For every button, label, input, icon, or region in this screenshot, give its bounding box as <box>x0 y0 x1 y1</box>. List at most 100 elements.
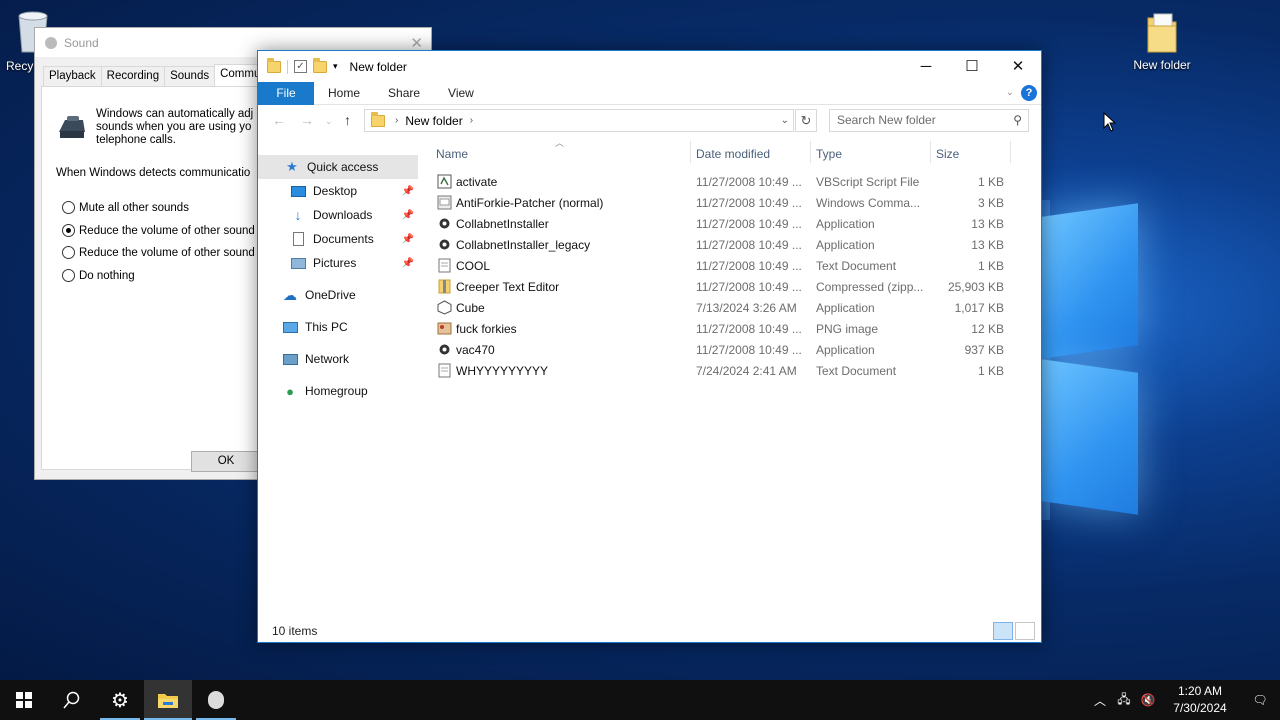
ok-button[interactable]: OK <box>191 451 261 472</box>
nav-network[interactable]: Network <box>258 347 418 371</box>
address-bar[interactable]: › New folder › ⌄ <box>364 109 794 132</box>
table-row[interactable]: fuck forkies 11/27/2008 10:49 ... PNG imag… <box>431 318 1011 339</box>
table-row[interactable]: AntiForkie-Patcher (normal) 11/27/2008 10… <box>431 192 1011 213</box>
file-list: activate 11/27/2008 10:49 ... VBScript Scr… <box>431 171 1011 381</box>
file-type: Text Document <box>816 364 897 378</box>
address-dropdown-icon[interactable]: ⌄ <box>781 115 789 126</box>
tab-recording[interactable]: Recording <box>100 66 166 86</box>
file-type: PNG image <box>816 322 879 336</box>
pictures-icon <box>290 256 306 270</box>
details-view-button[interactable] <box>993 622 1013 640</box>
column-size[interactable]: Size <box>936 147 959 161</box>
help-icon[interactable]: ? <box>1021 85 1037 101</box>
table-row[interactable]: CollabnetInstaller_legacy 11/27/2008 10:4… <box>431 234 1011 255</box>
image-icon <box>437 321 452 336</box>
pin-icon[interactable]: 📌 <box>402 186 414 197</box>
tab-view[interactable]: View <box>434 82 488 105</box>
notifications-icon[interactable]: 🗨 <box>1240 693 1280 707</box>
desktop-folder[interactable]: New folder <box>1122 10 1202 72</box>
radio-reduce-50[interactable]: Reduce the volume of other sound <box>62 246 255 259</box>
forward-arrow-icon[interactable]: → <box>300 112 314 128</box>
table-row[interactable]: vac470 11/27/2008 10:49 ... Application 937… <box>431 339 1011 360</box>
tab-home[interactable]: Home <box>314 82 374 105</box>
nav-downloads[interactable]: ↓ Downloads 📌 <box>258 203 418 227</box>
radio-mute[interactable]: Mute all other sounds <box>62 201 189 214</box>
nav-documents[interactable]: Documents 📌 <box>258 227 418 251</box>
radio-reduce-80[interactable]: Reduce the volume of other sound <box>62 224 255 237</box>
minimize-button[interactable]: ─ <box>903 51 949 81</box>
tab-file[interactable]: File <box>258 81 314 105</box>
large-icons-view-button[interactable] <box>1015 622 1035 640</box>
documents-icon <box>290 232 306 246</box>
file-explorer-button[interactable] <box>144 680 192 720</box>
table-row[interactable]: activate 11/27/2008 10:49 ... VBScript Scr… <box>431 171 1011 192</box>
settings-button[interactable]: ⚙ <box>96 680 144 720</box>
tab-playback[interactable]: Playback <box>43 66 102 86</box>
table-row[interactable]: COOL 11/27/2008 10:49 ... Text Document 1 K… <box>431 255 1011 276</box>
window-title: New folder <box>349 59 407 74</box>
detect-label: When Windows detects communicatio <box>56 167 251 179</box>
nav-quick-access[interactable]: ★ Quick access <box>258 155 418 179</box>
radio-do-nothing[interactable]: Do nothing <box>62 269 135 282</box>
nav-homegroup[interactable]: ● Homegroup <box>258 379 418 403</box>
sound-app-button[interactable] <box>192 680 240 720</box>
speaker-icon <box>208 691 224 709</box>
refresh-icon[interactable]: ↻ <box>795 109 817 132</box>
column-date-modified[interactable]: Date modified <box>696 147 770 161</box>
radio-button[interactable] <box>62 269 75 282</box>
pin-icon[interactable]: 📌 <box>402 234 414 245</box>
cloud-icon: ☁ <box>283 286 297 303</box>
file-type: Windows Comma... <box>816 196 921 210</box>
search-input[interactable]: Search New folder ⚲ <box>829 109 1029 132</box>
file-size: 1 KB <box>977 175 1004 189</box>
start-button[interactable] <box>0 680 48 720</box>
nav-desktop[interactable]: Desktop 📌 <box>258 179 418 203</box>
nav-onedrive[interactable]: ☁ OneDrive <box>258 283 418 307</box>
chevron-up-icon[interactable]: ︿ <box>1088 692 1112 709</box>
file-type: Application <box>816 238 875 252</box>
table-row[interactable]: CollabnetInstaller 11/27/2008 10:49 ... Ap… <box>431 213 1011 234</box>
script-icon <box>437 174 452 189</box>
tab-sounds[interactable]: Sounds <box>164 66 216 86</box>
explorer-titlebar[interactable]: ✓ ▾ New folder ─ ☐ ✕ <box>258 51 1041 82</box>
table-row[interactable]: Creeper Text Editor 11/27/2008 10:49 ... C… <box>431 276 1011 297</box>
pin-icon[interactable]: 📌 <box>402 258 414 269</box>
file-size: 13 KB <box>971 238 1004 252</box>
radio-button[interactable] <box>62 246 75 259</box>
volume-muted-icon[interactable]: 🔇 <box>1136 693 1160 707</box>
up-arrow-icon[interactable]: ↑ <box>344 112 351 128</box>
column-name[interactable]: Name <box>436 147 468 161</box>
expand-ribbon-icon[interactable]: ⌄ <box>1006 87 1014 98</box>
close-button[interactable]: ✕ <box>995 51 1041 81</box>
file-size: 1,017 KB <box>954 301 1004 315</box>
search-button[interactable] <box>48 680 96 720</box>
tab-share[interactable]: Share <box>374 82 434 105</box>
pin-icon[interactable]: 📌 <box>402 210 414 221</box>
recent-locations-icon[interactable]: ⌄ <box>325 116 333 127</box>
gear-icon: ⚙ <box>111 689 129 712</box>
app-icon <box>437 342 452 357</box>
back-arrow-icon[interactable]: ← <box>272 112 286 128</box>
new-folder-icon[interactable] <box>313 57 327 73</box>
file-type: Application <box>816 343 875 357</box>
nav-this-pc[interactable]: This PC <box>258 315 418 339</box>
desktop-folder-label: New folder <box>1133 58 1191 72</box>
breadcrumb-new-folder[interactable]: New folder <box>405 114 462 128</box>
maximize-button[interactable]: ☐ <box>949 51 995 81</box>
folder-icon <box>267 57 281 73</box>
ribbon-tabs: File Home Share View ⌄ ? <box>258 81 1041 105</box>
zip-icon <box>437 279 452 294</box>
file-name: activate <box>456 175 498 189</box>
column-type[interactable]: Type <box>816 147 842 161</box>
network-icon[interactable]: 🖧 <box>1112 690 1136 711</box>
file-name: Cube <box>456 301 485 315</box>
customize-toolbar-icon[interactable]: ▾ <box>333 61 338 72</box>
file-name: COOL <box>456 259 491 273</box>
table-row[interactable]: WHYYYYYYYYY 7/24/2024 2:41 AM Text Documen… <box>431 360 1011 381</box>
clock[interactable]: 1:20 AM 7/30/2024 <box>1160 683 1240 717</box>
radio-button[interactable] <box>62 201 75 214</box>
nav-pictures[interactable]: Pictures 📌 <box>258 251 418 275</box>
radio-button-selected[interactable] <box>62 224 75 237</box>
table-row[interactable]: Cube 7/13/2024 3:26 AM Application 1,017 KB <box>431 297 1011 318</box>
properties-icon[interactable]: ✓ <box>294 60 307 73</box>
